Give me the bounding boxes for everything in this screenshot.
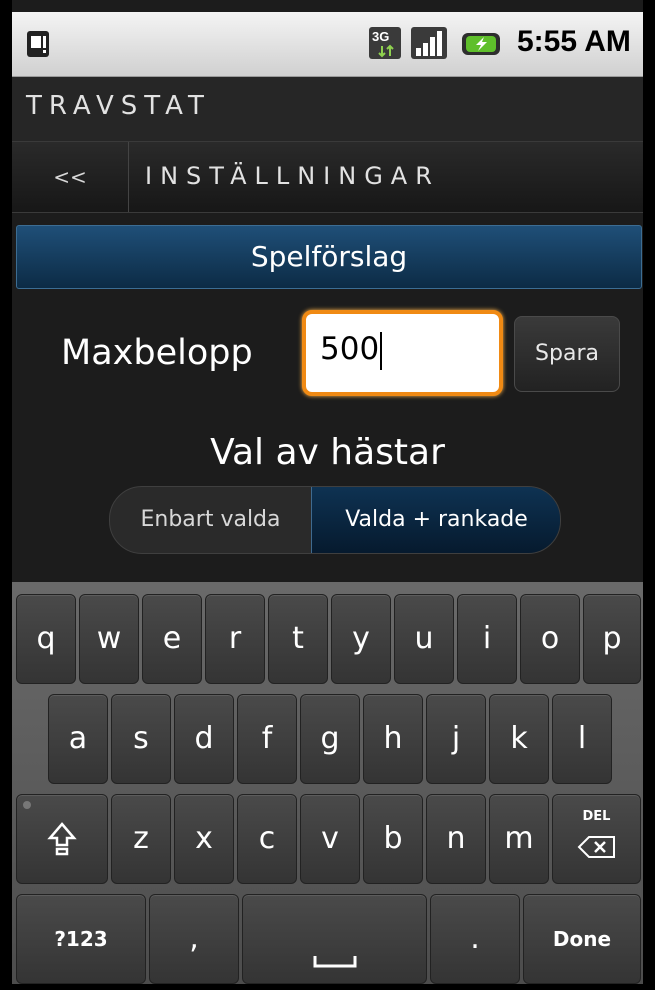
save-button[interactable]: Spara bbox=[514, 316, 620, 392]
key-h[interactable]: h bbox=[363, 694, 423, 784]
spacebar-icon bbox=[313, 956, 356, 968]
soft-keyboard: q w e r t y u i o p a s d f g h j k l z … bbox=[12, 582, 643, 990]
network-3g-icon: 3G bbox=[369, 27, 401, 59]
key-z[interactable]: z bbox=[111, 794, 171, 884]
signal-strength-icon bbox=[411, 27, 447, 59]
key-w[interactable]: w bbox=[79, 594, 139, 684]
app-title-bar: TRAVSTAT bbox=[12, 77, 643, 142]
app-title: TRAVSTAT bbox=[26, 91, 211, 121]
phone-screen: 3G 5:55 AM TRAVSTAT << INSTÄLLNINGAR Spe… bbox=[12, 0, 643, 990]
shift-icon bbox=[47, 822, 77, 856]
key-x[interactable]: x bbox=[174, 794, 234, 884]
delete-key[interactable]: DEL bbox=[552, 794, 641, 884]
key-e[interactable]: e bbox=[142, 594, 202, 684]
key-i[interactable]: i bbox=[457, 594, 517, 684]
screen-bottom-edge bbox=[12, 984, 643, 990]
maxbelopp-value: 500 bbox=[320, 331, 380, 367]
key-v[interactable]: v bbox=[300, 794, 360, 884]
section-header: Spelförslag bbox=[16, 225, 642, 289]
done-key[interactable]: Done bbox=[523, 894, 641, 984]
key-f[interactable]: f bbox=[237, 694, 297, 784]
option-valda-rankade[interactable]: Valda + rankade bbox=[311, 487, 560, 553]
key-y[interactable]: y bbox=[331, 594, 391, 684]
maxbelopp-input[interactable]: 500 bbox=[302, 310, 503, 396]
key-m[interactable]: m bbox=[489, 794, 549, 884]
key-k[interactable]: k bbox=[489, 694, 549, 784]
status-bar: 3G 5:55 AM bbox=[12, 12, 643, 77]
backspace-icon bbox=[577, 836, 615, 858]
text-caret bbox=[380, 332, 382, 370]
sim-alert-icon bbox=[27, 31, 49, 57]
nav-bar: << INSTÄLLNINGAR bbox=[12, 142, 643, 213]
key-t[interactable]: t bbox=[268, 594, 328, 684]
shift-key[interactable] bbox=[16, 794, 108, 884]
shift-indicator-dot bbox=[23, 801, 31, 809]
key-a[interactable]: a bbox=[48, 694, 108, 784]
key-p[interactable]: p bbox=[583, 594, 641, 684]
key-l[interactable]: l bbox=[552, 694, 612, 784]
key-u[interactable]: u bbox=[394, 594, 454, 684]
key-s[interactable]: s bbox=[111, 694, 171, 784]
status-time: 5:55 AM bbox=[517, 25, 631, 58]
key-j[interactable]: j bbox=[426, 694, 486, 784]
space-key[interactable] bbox=[242, 894, 427, 984]
comma-key[interactable]: , bbox=[149, 894, 239, 984]
key-b[interactable]: b bbox=[363, 794, 423, 884]
network-badge-label: 3G bbox=[372, 29, 389, 44]
symbols-key[interactable]: ?123 bbox=[16, 894, 146, 984]
option-enbart-valda[interactable]: Enbart valda bbox=[110, 487, 311, 553]
key-q[interactable]: q bbox=[16, 594, 76, 684]
key-c[interactable]: c bbox=[237, 794, 297, 884]
key-g[interactable]: g bbox=[300, 694, 360, 784]
key-r[interactable]: r bbox=[205, 594, 265, 684]
horse-selection-label: Val av hästar bbox=[210, 432, 445, 473]
page-title: INSTÄLLNINGAR bbox=[145, 162, 440, 190]
horse-selection-toggle: Enbart valda Valda + rankade bbox=[109, 486, 561, 554]
key-n[interactable]: n bbox=[426, 794, 486, 884]
battery-charging-icon bbox=[462, 33, 500, 55]
key-d[interactable]: d bbox=[174, 694, 234, 784]
key-o[interactable]: o bbox=[520, 594, 580, 684]
period-key[interactable]: . bbox=[430, 894, 520, 984]
back-button[interactable]: << bbox=[12, 142, 129, 212]
maxbelopp-label: Maxbelopp bbox=[61, 333, 253, 373]
delete-key-label: DEL bbox=[582, 809, 611, 824]
